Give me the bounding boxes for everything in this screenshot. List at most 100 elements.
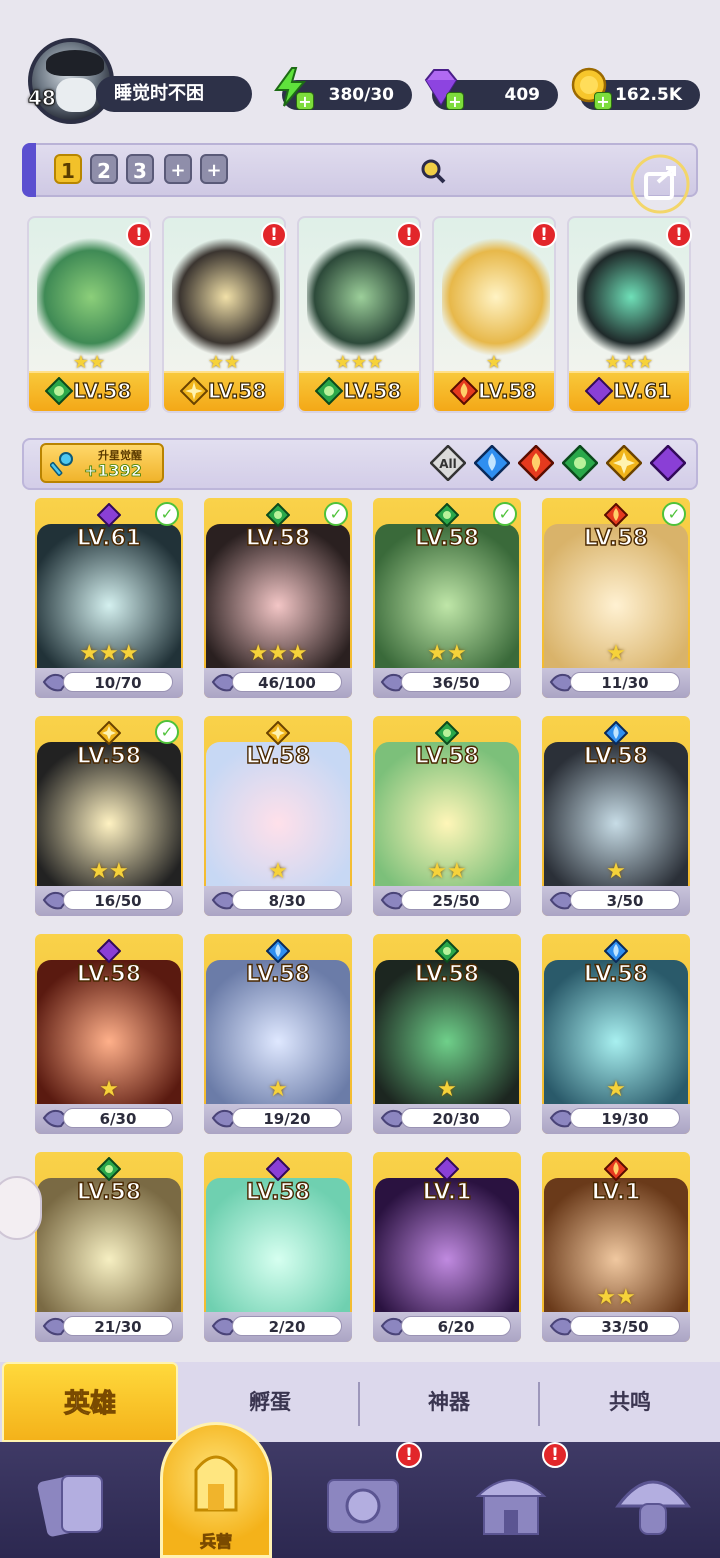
hero-stars: ★★ — [72, 352, 106, 373]
alert-badge: ! — [396, 1442, 422, 1468]
shard-progress: 6/30 — [63, 1108, 173, 1128]
hero-level: LV.58 — [207, 378, 267, 403]
hero-card[interactable]: LV.61 ✓ ★★★ 10/70 — [35, 498, 183, 698]
add-gems-icon[interactable]: + — [446, 92, 464, 110]
hero-card[interactable]: LV.58 ★ 6/30 — [35, 934, 183, 1134]
map-book-icon[interactable] — [318, 1458, 408, 1548]
water-element-icon — [604, 721, 628, 745]
team-tab-3[interactable]: 3 — [126, 154, 154, 184]
alert-badge: ! — [261, 222, 287, 248]
hero-stars: ★ — [99, 1077, 119, 1102]
hero-level: LV.58 — [245, 743, 311, 769]
hero-level: LV.58 — [76, 743, 142, 769]
team-tab-add-2[interactable]: + — [200, 154, 228, 184]
mushroom-icon[interactable] — [608, 1458, 698, 1548]
hero-card[interactable]: LV.58 ✓ ★★★ 46/100 — [204, 498, 352, 698]
nature-element-icon — [435, 939, 459, 963]
fire-element-icon — [604, 1157, 628, 1181]
hero-stars: ★★★ — [79, 641, 139, 666]
hero-stars: ★ — [437, 1077, 457, 1102]
hero-card[interactable]: LV.58 ★ 8/30 — [204, 716, 352, 916]
light-element-icon — [97, 721, 121, 745]
hero-stars: ★★ — [89, 859, 129, 884]
water-element-icon — [266, 939, 290, 963]
hero-portrait — [577, 232, 685, 362]
hero-stars: ★ — [606, 859, 626, 884]
hero-level: LV.58 — [245, 525, 311, 551]
nature-element-icon — [435, 721, 459, 745]
shard-progress: 8/30 — [232, 890, 342, 910]
fire-element-icon — [604, 503, 628, 527]
hero-level: LV.58 — [414, 525, 480, 551]
hero-card[interactable]: LV.58 2/20 — [204, 1152, 352, 1342]
filter-water-icon[interactable] — [474, 445, 510, 481]
shard-progress: 19/30 — [570, 1108, 680, 1128]
hero-card[interactable]: LV.1 ★★ 33/50 — [542, 1152, 690, 1342]
hero-level: LV.58 — [477, 378, 537, 403]
hero-stars: ★★ — [427, 859, 467, 884]
tab-heroes[interactable]: 英雄 — [2, 1362, 178, 1442]
team-tab-add-1[interactable]: + — [164, 154, 192, 184]
fire-element-icon — [450, 377, 478, 405]
tab-artifacts[interactable]: 神器 — [360, 1362, 538, 1442]
hero-card[interactable]: LV.58 ✓ ★★ 16/50 — [35, 716, 183, 916]
shard-progress: 16/50 — [63, 890, 173, 910]
light-element-icon — [180, 377, 208, 405]
hero-level: LV.58 — [583, 743, 649, 769]
hero-portrait — [307, 232, 415, 362]
search-icon[interactable] — [420, 158, 446, 184]
hero-stars: ★ — [606, 641, 626, 666]
hero-stars: ★ — [268, 1077, 288, 1102]
hero-card[interactable]: LV.58 ★ 20/30 — [373, 934, 521, 1134]
hero-card[interactable]: LV.58 ✓ ★★ 36/50 — [373, 498, 521, 698]
hero-level: LV.58 — [76, 961, 142, 987]
light-element-icon — [266, 721, 290, 745]
nature-element-icon — [435, 503, 459, 527]
alert-badge: ! — [666, 222, 692, 248]
hero-stars: ★★ — [427, 641, 467, 666]
dark-element-icon — [585, 377, 613, 405]
cards-icon[interactable] — [28, 1458, 118, 1548]
hero-card[interactable]: LV.58 ✓ ★ 11/30 — [542, 498, 690, 698]
filter-all-icon[interactable]: All — [430, 445, 466, 481]
shard-progress: 46/100 — [232, 672, 342, 692]
hero-card[interactable]: LV.58 ★ 3/50 — [542, 716, 690, 916]
hero-level: LV.58 — [414, 961, 480, 987]
gold-counter[interactable]: + 162.5K — [571, 67, 700, 110]
team-tab-1[interactable]: 1 — [54, 154, 82, 184]
filter-fire-icon[interactable] — [518, 445, 554, 481]
hero-card[interactable]: LV.58 21/30 — [35, 1152, 183, 1342]
energy-counter[interactable]: + 380/30 — [274, 67, 412, 110]
shard-progress: 11/30 — [570, 672, 680, 692]
temple-icon[interactable] — [466, 1458, 556, 1548]
tab-resonance[interactable]: 共鸣 — [540, 1362, 720, 1442]
shard-progress: 20/30 — [401, 1108, 511, 1128]
hero-stars: ★★ — [207, 352, 241, 373]
player-level: 48 — [28, 86, 57, 111]
hero-card[interactable]: LV.58 ★ 19/20 — [204, 934, 352, 1134]
hero-portrait — [37, 232, 145, 362]
hero-stars: ★ — [606, 1077, 626, 1102]
hero-card[interactable]: LV.58 ★ 19/30 — [542, 934, 690, 1134]
add-energy-icon[interactable]: + — [296, 92, 314, 110]
hero-card[interactable]: LV.58 ★★ 25/50 — [373, 716, 521, 916]
dark-element-icon — [435, 1157, 459, 1181]
filter-all-label: All — [439, 457, 457, 471]
filter-nature-icon[interactable] — [562, 445, 598, 481]
gem-counter[interactable]: + 409 — [424, 69, 558, 110]
filter-light-icon[interactable] — [606, 445, 642, 481]
team-bar-accent — [22, 143, 36, 197]
team-tab-2[interactable]: 2 — [90, 154, 118, 184]
star-awaken-button[interactable]: 升星觉醒 +1392 — [40, 443, 164, 483]
hero-portrait — [442, 232, 550, 362]
nav-barracks-label: 兵营 — [199, 1532, 233, 1552]
hero-card[interactable]: LV.1 6/20 — [373, 1152, 521, 1342]
hero-level: LV.58 — [245, 961, 311, 987]
chat-helper-icon[interactable] — [0, 1176, 42, 1240]
barracks-icon — [194, 1455, 238, 1512]
share-icon[interactable] — [628, 152, 692, 216]
hero-level: LV.58 — [245, 1179, 311, 1205]
add-gold-icon[interactable]: + — [594, 92, 612, 110]
check-icon: ✓ — [662, 502, 686, 526]
filter-dark-icon[interactable] — [650, 445, 686, 481]
